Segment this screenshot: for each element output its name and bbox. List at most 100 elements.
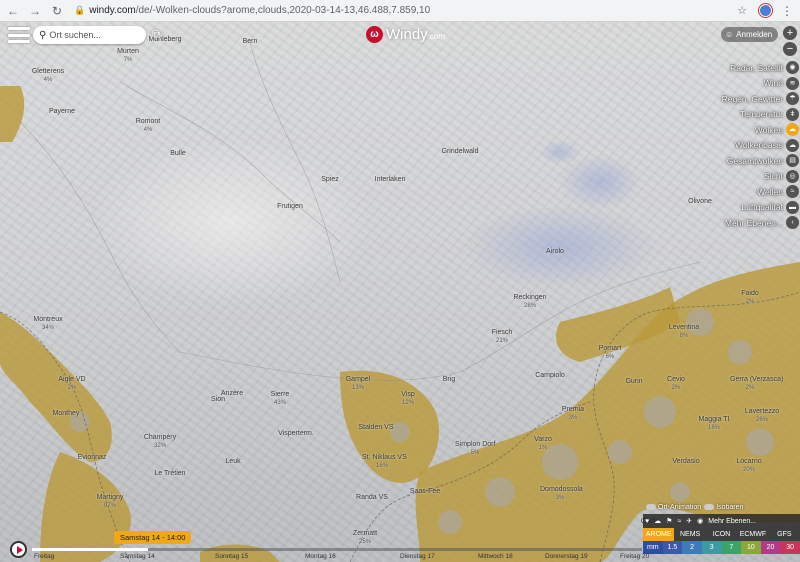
layer-item[interactable]: Wolkenbasis ☁ <box>700 138 800 154</box>
model-tab[interactable]: GFS <box>769 528 800 541</box>
model-tab[interactable]: ECMWF <box>737 528 768 541</box>
place-label[interactable]: Saas-Fee <box>405 488 445 496</box>
heart-icon[interactable]: ♥ <box>645 518 649 525</box>
hamburger-menu-icon[interactable] <box>8 27 30 43</box>
place-label[interactable]: Grindelwald <box>440 148 480 156</box>
location-animation-toggle[interactable] <box>646 504 656 510</box>
place-label[interactable]: Campiolo <box>530 372 570 380</box>
search-box[interactable]: ⚲ <box>33 26 146 44</box>
place-label[interactable]: Verdasio <box>666 458 706 466</box>
more-layers-label[interactable]: Mehr Ebenen... <box>708 518 756 525</box>
model-tab[interactable]: NEMS <box>674 528 705 541</box>
layer-item[interactable]: Sicht ◎ <box>700 169 800 185</box>
place-label[interactable]: Brig <box>429 376 469 384</box>
place-label[interactable]: Visp 12% <box>388 391 428 407</box>
place-label[interactable]: Sierre 43% <box>260 391 300 407</box>
windy-logo[interactable]: ω Windy .com <box>366 26 445 43</box>
share-icon[interactable]: ⧉ <box>152 27 161 42</box>
satellite-icon[interactable]: ◉ <box>786 61 799 75</box>
address-bar[interactable]: 🔒 windy.com/de/-Wolken-clouds?arome,clou… <box>74 2 733 20</box>
layer-item[interactable]: Luftqualität ▬ <box>700 200 800 216</box>
layer-item[interactable]: Wind ≋ <box>700 76 800 92</box>
timeline-day[interactable]: Samstag 14 <box>120 553 155 560</box>
place-label[interactable]: Lavertezzo 26% <box>742 408 782 424</box>
place-label[interactable]: Gurin <box>614 378 654 386</box>
place-label[interactable]: Premia 3% <box>553 406 593 422</box>
layer-item[interactable]: Wolken ☁ <box>700 122 800 138</box>
place-label[interactable]: Anzère <box>212 390 252 398</box>
zoom-in-button[interactable]: + <box>783 26 797 40</box>
waves-icon[interactable]: ≈ <box>786 185 799 199</box>
plane-icon[interactable]: ✈ <box>686 517 692 525</box>
play-button[interactable] <box>10 541 27 558</box>
place-label[interactable]: Mühleberg <box>145 36 185 44</box>
place-label[interactable]: Interlaken <box>370 176 410 184</box>
login-button[interactable]: ☺ Anmelden <box>721 27 779 42</box>
timeline-day[interactable]: Freitag 20 <box>620 553 649 560</box>
thermometer-icon[interactable]: ǂ <box>786 107 799 121</box>
place-label[interactable]: Murten 7% <box>108 48 148 64</box>
back-icon[interactable]: ← <box>4 2 22 20</box>
clouds-icon[interactable]: ▤ <box>786 154 799 168</box>
place-label[interactable]: Bern <box>230 38 270 46</box>
place-label[interactable]: Le Trétien <box>150 470 190 478</box>
place-label[interactable]: Martigny 97% <box>90 494 130 510</box>
place-label[interactable]: Champéry 32% <box>140 434 180 450</box>
place-label[interactable]: Leventina 8% <box>664 324 704 340</box>
timeline-day[interactable]: Montag 16 <box>305 553 336 560</box>
zoom-out-button[interactable]: − <box>783 42 797 56</box>
layer-item[interactable]: Regen, Gewitter ☂ <box>700 91 800 107</box>
layer-item[interactable]: Radar, Satellit ◉ <box>700 60 800 76</box>
eye-icon[interactable]: ◎ <box>786 169 799 183</box>
webcam-icon[interactable]: ◉ <box>697 517 703 525</box>
reload-icon[interactable]: ↻ <box>48 2 66 20</box>
place-label[interactable]: Romont 4% <box>128 118 168 134</box>
weather-map[interactable]: Murten 7% Gletterens 4% Mühleberg Bern Payerne… <box>0 22 800 562</box>
time-badge[interactable]: Samstag 14 - 14:00 <box>114 531 192 544</box>
place-label[interactable]: Gletterens 4% <box>28 68 68 84</box>
cloud-base-icon[interactable]: ☁ <box>786 138 799 152</box>
profile-avatar[interactable] <box>759 4 772 17</box>
place-label[interactable]: Frutigen <box>270 203 310 211</box>
place-label[interactable]: Leuk <box>213 458 253 466</box>
search-input[interactable] <box>49 30 140 40</box>
cloud-small-icon[interactable]: ☁ <box>654 517 661 525</box>
place-label[interactable]: Montreux 34% <box>28 316 68 332</box>
layer-item[interactable]: Temperatur ǂ <box>700 107 800 123</box>
layer-item[interactable]: Wellen ≈ <box>700 184 800 200</box>
isobars-toggle[interactable] <box>704 504 715 510</box>
place-label[interactable]: Bulle <box>158 150 198 158</box>
timeline-day[interactable]: Dienstag 17 <box>400 553 435 560</box>
place-label[interactable]: Visperterm. <box>276 430 316 438</box>
place-label[interactable]: Stalden VS <box>356 424 396 432</box>
place-label[interactable]: Monthey <box>46 410 86 418</box>
place-label[interactable]: Gerra (Verzasca) 2% <box>730 376 783 392</box>
rain-icon[interactable]: ☂ <box>786 92 799 106</box>
bookmark-star-icon[interactable]: ☆ <box>733 4 751 17</box>
place-label[interactable]: Faido 2% <box>730 290 770 306</box>
place-label[interactable]: Fiesch 21% <box>482 329 522 345</box>
model-tab[interactable]: ICON <box>706 528 737 541</box>
place-label[interactable]: Aigle VD 2% <box>52 376 92 392</box>
place-label[interactable]: Domodossola 3% <box>540 486 583 502</box>
timeline-day[interactable]: Sonntag 15 <box>215 553 248 560</box>
timeline-day[interactable]: Donnerstag 19 <box>545 553 588 560</box>
timeline-day[interactable]: Freitag <box>34 553 54 560</box>
layer-item[interactable]: Gesamtwolken ▤ <box>700 153 800 169</box>
car-icon[interactable]: ▬ <box>786 200 799 214</box>
more-menu-icon[interactable]: ⋮ <box>780 4 794 18</box>
timeline-day[interactable]: Mittwoch 18 <box>478 553 513 560</box>
place-label[interactable]: Reckingen 28% <box>510 294 550 310</box>
place-label[interactable]: St. Niklaus VS 16% <box>362 454 407 470</box>
place-label[interactable]: Maggia TI 16% <box>694 416 734 432</box>
wave-icon[interactable]: ≈ <box>677 518 681 525</box>
place-label[interactable]: Varzo 1% <box>523 436 563 452</box>
chevron-left-icon[interactable]: ‹ <box>786 216 799 230</box>
model-tab[interactable]: AROME <box>643 528 675 541</box>
place-label[interactable]: Evionnaz <box>72 454 112 462</box>
wind-flag-icon[interactable]: ⚑ <box>666 517 672 525</box>
layer-item[interactable]: Mehr Ebenen... ‹ <box>700 215 800 231</box>
place-label[interactable]: Payerne <box>42 108 82 116</box>
place-label[interactable]: Spiez <box>310 176 350 184</box>
place-label[interactable]: Pomart 6% <box>590 345 630 361</box>
